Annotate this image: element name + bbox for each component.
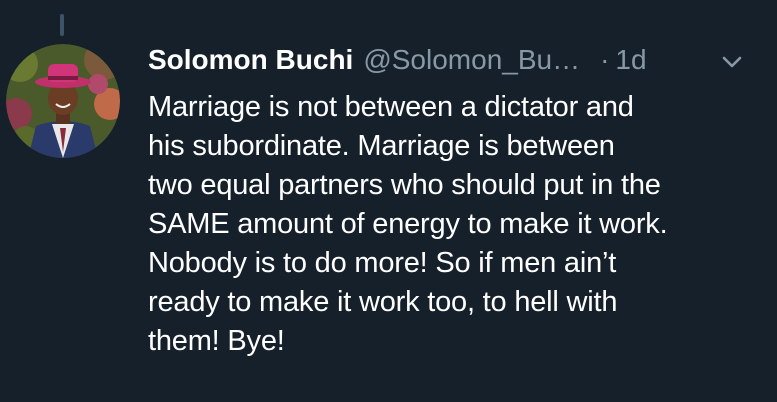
tweet-text-line: Marriage is not between a dictator and xyxy=(148,91,634,123)
author-handle[interactable]: @Solomon_Bu… xyxy=(363,44,580,76)
tweet-card[interactable]: Solomon Buchi @Solomon_Bu… · 1d Marriage… xyxy=(0,0,777,402)
separator-dot: · xyxy=(600,44,610,75)
tweet-header: Solomon Buchi @Solomon_Bu… · 1d xyxy=(148,40,647,80)
avatar[interactable] xyxy=(6,44,120,158)
tweet-text-line: SAME amount of energy to make it work. xyxy=(148,208,668,240)
thread-connector-line xyxy=(60,14,64,36)
tweet-text: Marriage is not between a dictator and h… xyxy=(148,88,763,361)
avatar-photo xyxy=(6,44,120,158)
tweet-text-line: two equal partners who should put in the xyxy=(148,169,661,201)
tweet-text-line: ready to make it work too, to hell with xyxy=(148,286,618,318)
tweet-text-line: Nobody is to do more! So if men ain’t xyxy=(148,247,617,279)
tweet-text-line: them! Bye! xyxy=(148,325,285,357)
timestamp[interactable]: 1d xyxy=(615,44,646,76)
author-name[interactable]: Solomon Buchi xyxy=(148,44,353,76)
chevron-down-icon[interactable] xyxy=(721,54,743,70)
tweet-text-line: his subordinate. Marriage is between xyxy=(148,130,615,162)
